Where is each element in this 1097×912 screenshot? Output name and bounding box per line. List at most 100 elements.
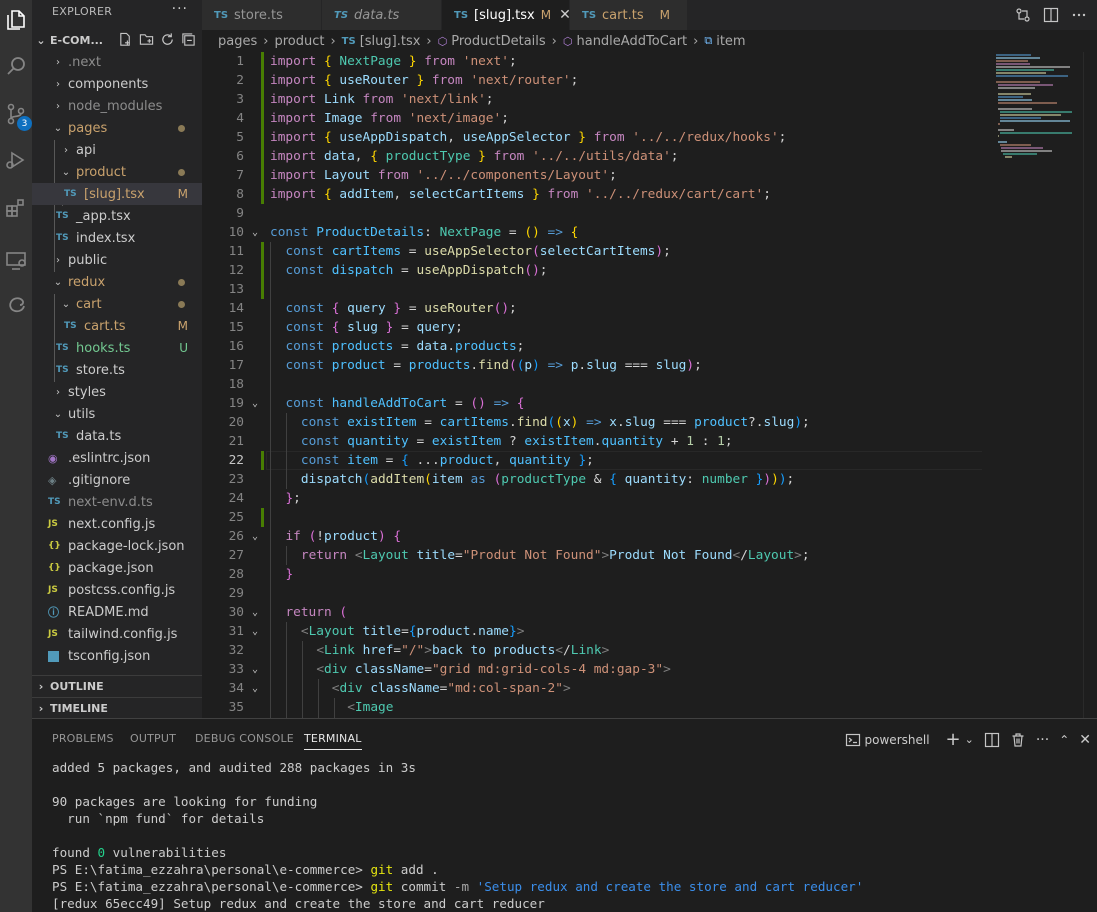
tree-folder-cart[interactable]: ⌄ cart bbox=[32, 293, 202, 315]
code-line[interactable]: 3 import Link from 'next/link'; bbox=[202, 90, 982, 109]
split-terminal-icon[interactable] bbox=[984, 732, 1000, 748]
more-actions-icon[interactable]: ··· bbox=[172, 1, 188, 17]
new-terminal-icon[interactable]: + bbox=[946, 729, 961, 750]
code-line[interactable]: 13 bbox=[202, 280, 982, 299]
tree-file-readme[interactable]: ⓘ README.md bbox=[32, 601, 202, 623]
code-line[interactable]: 29 bbox=[202, 584, 982, 603]
fold-chevron-icon[interactable]: ⌄ bbox=[252, 394, 258, 413]
code-line[interactable]: 16 const products = data.products; bbox=[202, 337, 982, 356]
tree-folder-product[interactable]: ⌄ product bbox=[32, 161, 202, 183]
terminal-shell-name[interactable]: powershell bbox=[865, 733, 930, 747]
more-actions-icon[interactable]: ··· bbox=[1036, 732, 1049, 748]
tree-folder-pages[interactable]: ⌄ pages bbox=[32, 117, 202, 139]
breadcrumb-item[interactable]: ProductDetails bbox=[451, 34, 545, 49]
code-line[interactable]: 20 const existItem = cartItems.find((x) … bbox=[202, 413, 982, 432]
tab-cart-ts[interactable]: TS cart.ts M bbox=[570, 0, 688, 30]
breadcrumb-item[interactable]: pages bbox=[218, 34, 257, 49]
code-line[interactable]: 30 ⌄ return ( bbox=[202, 603, 982, 622]
code-line[interactable]: 22 const item = { ...product, quantity }… bbox=[202, 451, 982, 470]
code-line[interactable]: 1 import { NextPage } from 'next'; bbox=[202, 52, 982, 71]
code-line[interactable]: 12 const dispatch = useAppDispatch(); bbox=[202, 261, 982, 280]
tab-store-ts[interactable]: TS store.ts bbox=[202, 0, 322, 30]
code-line[interactable]: 25 bbox=[202, 508, 982, 527]
run-debug-icon[interactable] bbox=[0, 140, 32, 180]
code-line[interactable]: 15 const { slug } = query; bbox=[202, 318, 982, 337]
code-line[interactable]: 2 import { useRouter } from 'next/router'… bbox=[202, 71, 982, 90]
tree-folder-next[interactable]: › .next bbox=[32, 51, 202, 73]
tree-file-app-tsx[interactable]: TS _app.tsx bbox=[32, 205, 202, 227]
tree-file-data-ts[interactable]: TS data.ts bbox=[32, 425, 202, 447]
outline-section[interactable]: › OUTLINE bbox=[32, 675, 202, 697]
tree-folder-components[interactable]: › components bbox=[32, 73, 202, 95]
code-line[interactable]: 14 const { query } = useRouter(); bbox=[202, 299, 982, 318]
tree-file-gitignore[interactable]: ◈ .gitignore bbox=[32, 469, 202, 491]
tree-file-hooks-ts[interactable]: TS hooks.ts U bbox=[32, 337, 202, 359]
source-control-icon[interactable]: 3 bbox=[0, 94, 32, 134]
close-panel-icon[interactable]: ✕ bbox=[1079, 732, 1091, 748]
code-line[interactable]: 17 const product = products.find((p) => … bbox=[202, 356, 982, 375]
edge-devtools-icon[interactable] bbox=[0, 284, 32, 324]
fold-chevron-icon[interactable]: ⌄ bbox=[252, 603, 258, 622]
tree-file-cart-ts[interactable]: TS cart.ts M bbox=[32, 315, 202, 337]
tab-data-ts[interactable]: TS data.ts bbox=[322, 0, 442, 30]
code-line[interactable]: 19 ⌄ const handleAddToCart = () => { bbox=[202, 394, 982, 413]
explorer-icon[interactable] bbox=[0, 0, 32, 40]
code-line[interactable]: 11 const cartItems = useAppSelector(sele… bbox=[202, 242, 982, 261]
tree-folder-api[interactable]: › api bbox=[32, 139, 202, 161]
tree-file-store-ts[interactable]: TS store.ts bbox=[32, 359, 202, 381]
code-line[interactable]: 4 import Image from 'next/image'; bbox=[202, 109, 982, 128]
tab-terminal[interactable]: TERMINAL bbox=[304, 732, 362, 750]
code-line[interactable]: 26 ⌄ if (!product) { bbox=[202, 527, 982, 546]
code-line[interactable]: 18 bbox=[202, 375, 982, 394]
vertical-scrollbar[interactable] bbox=[1083, 52, 1097, 718]
trash-icon[interactable] bbox=[1010, 732, 1026, 748]
code-line[interactable]: 5 import { useAppDispatch, useAppSelector… bbox=[202, 128, 982, 147]
remote-explorer-icon[interactable] bbox=[0, 240, 32, 280]
code-line[interactable]: 28 } bbox=[202, 565, 982, 584]
workspace-root[interactable]: ⌄ E-COM... bbox=[32, 30, 202, 50]
code-line[interactable]: 32 <Link href="/">back to products</Link… bbox=[202, 641, 982, 660]
code-line[interactable]: 9 bbox=[202, 204, 982, 223]
tree-file-postcss-config[interactable]: JS postcss.config.js bbox=[32, 579, 202, 601]
breadcrumb-item[interactable]: handleAddToCart bbox=[576, 34, 687, 49]
tree-file-package-json[interactable]: {} package.json bbox=[32, 557, 202, 579]
code-line[interactable]: 10 ⌄ const ProductDetails: NextPage = () =… bbox=[202, 223, 982, 242]
breadcrumb-item[interactable]: [slug].tsx bbox=[360, 34, 421, 49]
code-line[interactable]: 35 <Image bbox=[202, 698, 982, 717]
breadcrumb-item[interactable]: item bbox=[716, 34, 745, 49]
refresh-icon[interactable] bbox=[160, 32, 175, 47]
fold-chevron-icon[interactable]: ⌄ bbox=[252, 622, 258, 641]
minimap[interactable] bbox=[982, 52, 1083, 718]
split-editor-icon[interactable] bbox=[1043, 7, 1059, 23]
code-line[interactable]: 34 ⌄ <div className="md:col-span-2"> bbox=[202, 679, 982, 698]
code-editor[interactable]: 1 import { NextPage } from 'next'; 2 import… bbox=[202, 52, 982, 718]
tree-folder-redux[interactable]: ⌄ redux bbox=[32, 271, 202, 293]
fold-chevron-icon[interactable]: ⌄ bbox=[252, 679, 258, 698]
tree-file-next-config[interactable]: JS next.config.js bbox=[32, 513, 202, 535]
code-line[interactable]: 8 import { addItem, selectCartItems } fro… bbox=[202, 185, 982, 204]
tab-debug-console[interactable]: DEBUG CONSOLE bbox=[195, 732, 294, 745]
tree-folder-public[interactable]: › public bbox=[32, 249, 202, 271]
fold-chevron-icon[interactable]: ⌄ bbox=[252, 527, 258, 546]
collapse-all-icon[interactable] bbox=[181, 32, 196, 47]
tree-file-tsconfig[interactable]: tsconfig.json bbox=[32, 645, 202, 667]
chevron-down-icon[interactable]: ⌄ bbox=[965, 733, 974, 746]
compare-changes-icon[interactable] bbox=[1015, 7, 1031, 23]
new-file-icon[interactable] bbox=[118, 32, 133, 47]
tab-problems[interactable]: PROBLEMS bbox=[52, 732, 114, 745]
tree-folder-styles[interactable]: › styles bbox=[32, 381, 202, 403]
tab-output[interactable]: OUTPUT bbox=[130, 732, 176, 745]
tree-file-index-tsx[interactable]: TS index.tsx bbox=[32, 227, 202, 249]
code-line[interactable]: 27 return <Layout title="Produt Not Foun… bbox=[202, 546, 982, 565]
breadcrumb-item[interactable]: product bbox=[274, 34, 324, 49]
code-line[interactable]: 33 ⌄ <div className="grid md:grid-cols-4 … bbox=[202, 660, 982, 679]
new-folder-icon[interactable] bbox=[139, 32, 154, 47]
tree-file-eslintrc[interactable]: ◉ .eslintrc.json bbox=[32, 447, 202, 469]
tree-file-package-lock[interactable]: {} package-lock.json bbox=[32, 535, 202, 557]
tree-file-slug-tsx[interactable]: TS [slug].tsx M bbox=[32, 183, 202, 205]
chevron-up-icon[interactable]: ⌃ bbox=[1059, 733, 1069, 747]
timeline-section[interactable]: › TIMELINE bbox=[32, 697, 202, 718]
tree-folder-node-modules[interactable]: › node_modules bbox=[32, 95, 202, 117]
fold-chevron-icon[interactable]: ⌄ bbox=[252, 223, 258, 242]
code-line[interactable]: 7 import Layout from '../../components/La… bbox=[202, 166, 982, 185]
